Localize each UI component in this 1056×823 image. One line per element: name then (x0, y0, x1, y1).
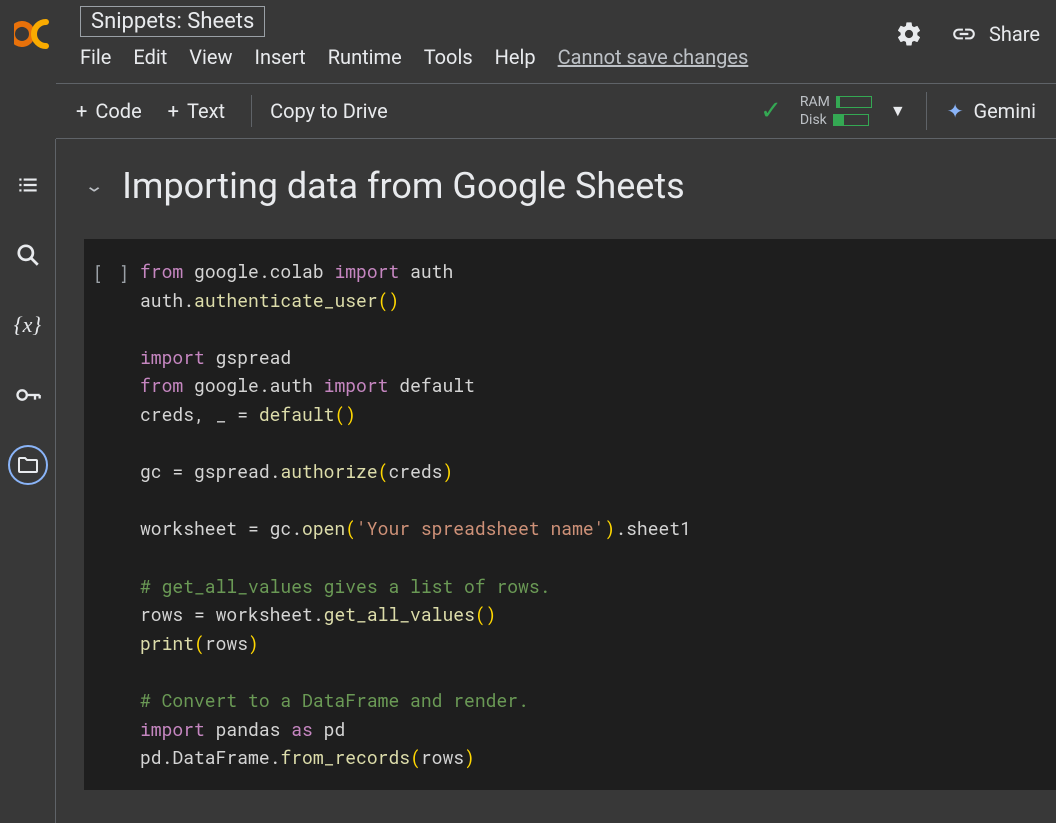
list-icon (15, 172, 41, 198)
settings-button[interactable] (895, 20, 923, 48)
folder-icon (16, 453, 40, 477)
share-button[interactable]: Share (951, 21, 1040, 47)
secrets-button[interactable] (8, 375, 48, 415)
menu-insert[interactable]: Insert (255, 45, 306, 69)
menu-runtime[interactable]: Runtime (328, 45, 402, 69)
toolbar: + Code + Text Copy to Drive ✓ RAM Disk ▼… (56, 83, 1056, 139)
files-button[interactable] (8, 445, 48, 485)
left-sidebar: {x} (0, 139, 56, 823)
code-cell[interactable]: [ ] from google.colab import auth auth.a… (84, 239, 1056, 790)
add-code-label: Code (95, 99, 141, 123)
search-icon (15, 242, 41, 268)
section-header: ⌄ Importing data from Google Sheets (84, 165, 1056, 207)
app-header: Snippets: Sheets File Edit View Insert R… (0, 0, 1056, 83)
cell-execution-indicator[interactable]: [ ] (84, 257, 140, 772)
copy-to-drive-button[interactable]: Copy to Drive (270, 99, 388, 123)
gemini-label: Gemini (973, 99, 1036, 123)
toolbar-divider (251, 95, 252, 127)
gemini-button[interactable]: ✦ Gemini (947, 99, 1036, 123)
document-title[interactable]: Snippets: Sheets (80, 6, 265, 37)
menu-tools[interactable]: Tools (424, 45, 473, 69)
disk-label: Disk (800, 112, 827, 128)
colab-logo[interactable] (12, 16, 64, 52)
menu-view[interactable]: View (189, 45, 232, 69)
header-actions: Share (895, 20, 1040, 48)
key-icon (14, 381, 42, 409)
share-label: Share (989, 22, 1040, 46)
ram-label: RAM (800, 94, 830, 110)
runtime-status: ✓ RAM Disk ▼ (760, 94, 906, 128)
menu-file[interactable]: File (80, 45, 111, 69)
search-button[interactable] (8, 235, 48, 275)
add-text-label: Text (187, 99, 225, 123)
variables-button[interactable]: {x} (8, 305, 48, 345)
add-code-button[interactable]: + Code (76, 99, 142, 123)
title-block: Snippets: Sheets File Edit View Insert R… (80, 6, 895, 69)
sparkle-icon: ✦ (947, 99, 964, 123)
disk-meter (833, 114, 869, 126)
ram-meter (836, 96, 872, 108)
link-icon (951, 21, 977, 47)
notebook-main: ⌄ Importing data from Google Sheets [ ] … (56, 139, 1056, 823)
gear-icon (895, 20, 923, 48)
collapse-section-button[interactable]: ⌄ (84, 176, 104, 196)
resource-meters[interactable]: RAM Disk (800, 94, 872, 128)
plus-icon: + (76, 99, 87, 123)
menu-bar: File Edit View Insert Runtime Tools Help… (80, 45, 895, 69)
copy-to-drive-label: Copy to Drive (270, 99, 388, 123)
menu-edit[interactable]: Edit (133, 45, 167, 69)
runtime-dropdown[interactable]: ▼ (890, 101, 906, 121)
code-editor[interactable]: from google.colab import auth auth.authe… (140, 257, 691, 772)
add-text-button[interactable]: + Text (168, 99, 225, 123)
plus-icon: + (168, 99, 179, 123)
checkmark-icon: ✓ (760, 96, 782, 126)
menu-help[interactable]: Help (495, 45, 536, 69)
toolbar-divider (926, 92, 927, 130)
save-status[interactable]: Cannot save changes (558, 45, 749, 69)
toc-button[interactable] (8, 165, 48, 205)
section-title: Importing data from Google Sheets (122, 165, 685, 207)
variable-icon: {x} (14, 312, 41, 338)
